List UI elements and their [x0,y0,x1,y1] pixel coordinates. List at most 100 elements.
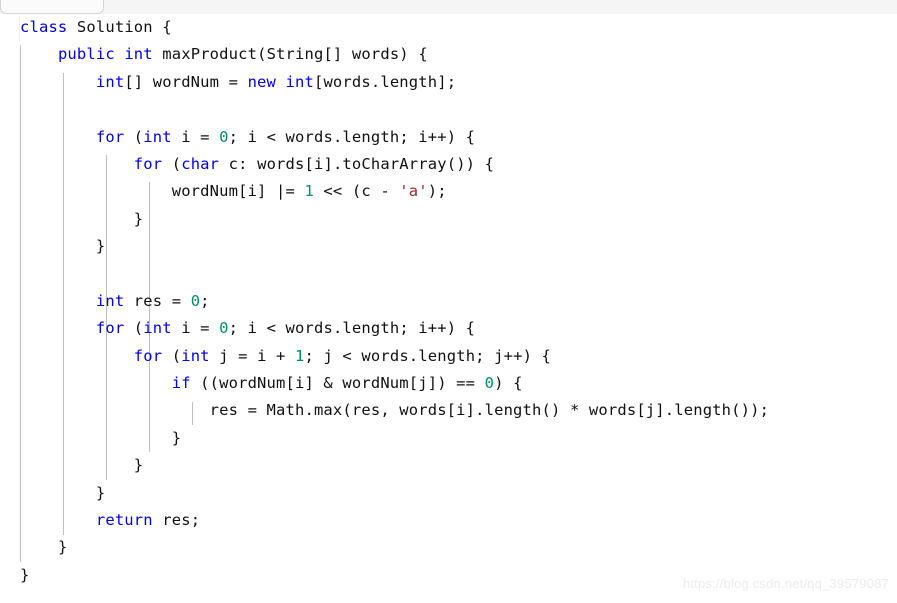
code-line[interactable]: wordNum[i] |= 1 << (c - 'a'); [0,178,769,205]
code-token-pln: Solution { [67,18,172,36]
code-token-pln: ( [162,346,182,365]
code-token-pln: c: words[i].toCharArray()) { [219,154,495,173]
code-line[interactable]: public int maxProduct(String[] words) { [0,41,769,68]
code-token-kw: new [247,72,277,91]
code-line[interactable]: int res = 0; [0,288,769,315]
code-token-pln: << (c - [313,182,400,201]
code-token-pln: } [171,428,182,447]
code-token-pln: maxProduct(String[] words) { [152,45,428,64]
code-token-kw: int [181,346,210,365]
code-line[interactable]: int[] wordNum = new int[words.length]; [0,69,769,96]
code-token-pln: j = i + [209,346,296,365]
editor-tab[interactable] [0,0,104,14]
code-token-pln: } [20,565,30,584]
code-line[interactable]: for (int i = 0; i < words.length; i++) { [0,124,769,151]
code-editor-window: class Solution { public int maxProduct(S… [0,0,897,603]
code-token-pln: ); [427,182,447,201]
code-token-pln: ( [124,127,144,146]
editor-tab-strip [0,0,897,15]
code-token-kw: for [133,154,163,173]
code-token-num: 1 [304,182,314,201]
code-token-pln: [words.length]; [313,72,457,91]
code-token-kw: int [143,127,172,146]
code-token-kw: int [95,291,125,310]
code-line[interactable]: } [0,233,769,260]
editor-surface[interactable]: class Solution { public int maxProduct(S… [0,14,897,603]
code-line[interactable]: res = Math.max(res, words[i].length() * … [0,397,769,424]
code-token-num: 0 [219,127,229,146]
code-line[interactable]: for (int i = 0; i < words.length; i++) { [0,315,769,342]
code-token-num: 0 [484,374,495,393]
code-token-kw: int [285,72,314,91]
code-line[interactable]: } [0,480,769,507]
code-token-pln: i = [171,127,220,146]
code-token-pln: [] wordNum = [124,72,248,91]
code-line[interactable]: } [0,562,769,589]
code-token-pln: res = Math.max(res, words[i].length() * … [209,401,770,420]
code-token-pln: ; [200,291,210,310]
code-line[interactable]: } [0,452,769,479]
code-line[interactable]: return res; [0,507,769,534]
code-token-pln: res; [152,511,201,530]
code-token-kw: return [95,511,153,530]
code-token-pln: wordNum[i] |= [171,182,305,201]
code-line[interactable] [0,261,769,288]
source-code[interactable]: class Solution { public int maxProduct(S… [0,14,769,589]
code-line[interactable]: if ((wordNum[i] & wordNum[j]) == 0) { [0,370,769,397]
code-token-kw: public [57,45,115,64]
code-token-pln: } [57,538,68,557]
code-token-pln: i = [171,319,220,338]
code-token-kw: for [133,346,163,365]
watermark-text: https://blog.csdn.net/qq_39579087 [682,576,889,591]
code-line[interactable]: class Solution { [0,14,769,41]
code-line[interactable]: for (int j = i + 1; j < words.length; j+… [0,343,769,370]
code-token-kw: int [95,72,125,91]
code-token-num: 0 [219,319,229,338]
code-token-pln: res = [124,291,191,310]
code-token-pln: ((wordNum[i] & wordNum[j]) == [190,374,485,393]
code-token-pln [276,73,285,91]
code-token-kw: for [95,127,125,146]
code-token-kw: int [143,319,172,338]
code-line[interactable]: } [0,206,769,233]
code-line[interactable] [0,96,769,123]
code-token-pln: ) { [494,374,523,393]
code-token-kw: class [20,18,68,36]
code-token-kw: if [171,374,191,393]
code-token-pln: ; i < words.length; i++) { [228,127,476,146]
code-line[interactable]: } [0,425,769,452]
code-token-pln: } [133,209,144,228]
code-token-num: 1 [295,346,305,365]
code-line[interactable]: } [0,534,769,561]
code-line[interactable]: for (char c: words[i].toCharArray()) { [0,151,769,178]
code-token-kw: for [95,319,125,338]
code-token-pln [115,45,124,63]
code-token-pln: ; j < words.length; j++) { [304,346,552,365]
code-token-kw: char [181,154,220,173]
code-token-pln: } [95,483,106,502]
code-token-kw: int [124,45,153,64]
code-token-pln: } [95,237,106,256]
code-token-pln: ; i < words.length; i++) { [228,319,476,338]
code-token-pln: ( [124,319,144,338]
code-token-str: 'a' [399,182,428,201]
code-token-pln: } [133,456,144,475]
code-token-pln: ( [162,154,182,173]
code-token-num: 0 [190,291,201,310]
